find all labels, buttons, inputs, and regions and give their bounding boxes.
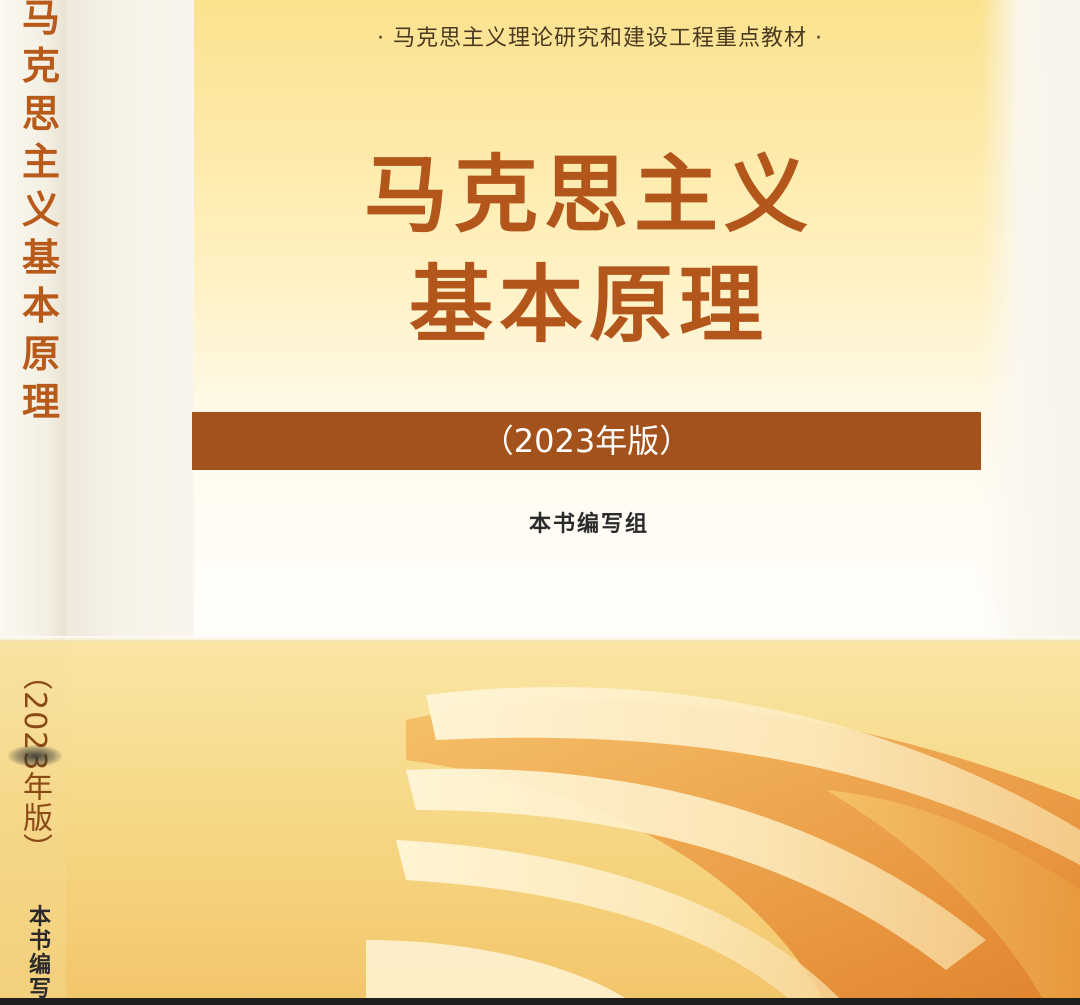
spine-smudge bbox=[8, 745, 62, 767]
edition-band: （2023年版） bbox=[192, 412, 981, 470]
spine-title: 马克思主义基本原理 bbox=[21, 0, 60, 424]
book-photo: 马克思主义基本原理 （2023年版） 本书编写 · 马克思主义理论研究和建设工程… bbox=[0, 0, 1080, 1005]
ribbon-4 bbox=[366, 940, 636, 1005]
book-title-line-2: 基本原理 bbox=[408, 255, 769, 354]
author-label: 本书编写组 bbox=[528, 511, 649, 537]
cover-fold bbox=[66, 0, 194, 640]
series-label: · 马克思主义理论研究和建设工程重点教材 · bbox=[377, 26, 823, 51]
book-title-line-1: 马克思主义 bbox=[363, 145, 814, 244]
cover-right-edge bbox=[980, 0, 1080, 640]
edition-label: （2023年版） bbox=[481, 422, 692, 460]
cover-gap bbox=[0, 636, 1080, 642]
ribbon-decoration bbox=[366, 686, 1080, 1005]
spine-author: 本书编写 bbox=[28, 904, 51, 1002]
bottom-strip bbox=[0, 998, 1080, 1005]
